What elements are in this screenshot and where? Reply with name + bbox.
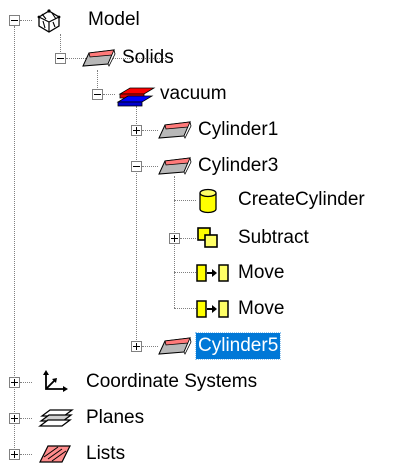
move-icon [196,300,229,318]
move-icon [196,264,229,282]
tree-item-planes[interactable]: Planes [84,406,146,430]
tree-item-move[interactable]: Move [236,297,286,321]
solid-icon [158,336,192,355]
tree-item-lists[interactable]: Lists [84,442,127,466]
tree-connector [20,20,32,21]
axes-icon [43,370,68,392]
expand-planes-button[interactable] [9,413,20,424]
collapse-cylinder3-button[interactable] [131,161,142,172]
expand-subtract-button[interactable] [169,233,180,244]
tree-connector [20,418,32,419]
tree-connector [136,106,137,346]
solid-icon [158,120,192,139]
collapse-solids-button[interactable] [55,53,66,64]
tree-item-vacuum[interactable]: vacuum [158,82,229,106]
tree-item-coordinate-systems[interactable]: Coordinate Systems [84,370,259,394]
tree-item-move[interactable]: Move [236,261,286,285]
tree-item-cylinder1[interactable]: Cylinder1 [196,118,280,142]
material-stack-icon [116,87,156,107]
tree-connector [14,26,15,454]
expand-cylinder1-button[interactable] [131,125,142,136]
model-icon [37,9,61,33]
tree-connector [103,94,115,95]
model-tree: Model Solids vacuum Cylinder1 Cylinder3 … [0,0,398,469]
expand-lists-button[interactable] [9,449,20,460]
lists-icon [39,445,71,463]
tree-item-create-cylinder[interactable]: CreateCylinder [236,188,367,212]
cylinder-icon [199,188,217,214]
tree-connector [174,308,196,309]
tree-connector [174,272,196,273]
tree-item-subtract[interactable]: Subtract [236,226,311,250]
tree-connector [174,200,196,201]
collapse-vacuum-button[interactable] [92,89,103,100]
tree-connector [20,382,32,383]
tree-connector [142,166,158,167]
expand-coordinate-systems-button[interactable] [9,377,20,388]
tree-item-cylinder3[interactable]: Cylinder3 [196,154,280,178]
solid-icon [82,48,116,67]
tree-connector [20,454,32,455]
subtract-icon [197,227,218,248]
tree-item-model[interactable]: Model [86,8,142,32]
planes-icon [38,409,74,427]
tree-connector [142,130,158,131]
tree-connector [180,238,196,239]
expand-cylinder5-button[interactable] [131,341,142,352]
tree-item-cylinder5[interactable]: Cylinder5 [194,332,282,360]
collapse-model-button[interactable] [9,15,20,26]
solid-icon [158,156,192,175]
tree-item-solids[interactable]: Solids [120,46,176,70]
tree-connector [142,346,158,347]
